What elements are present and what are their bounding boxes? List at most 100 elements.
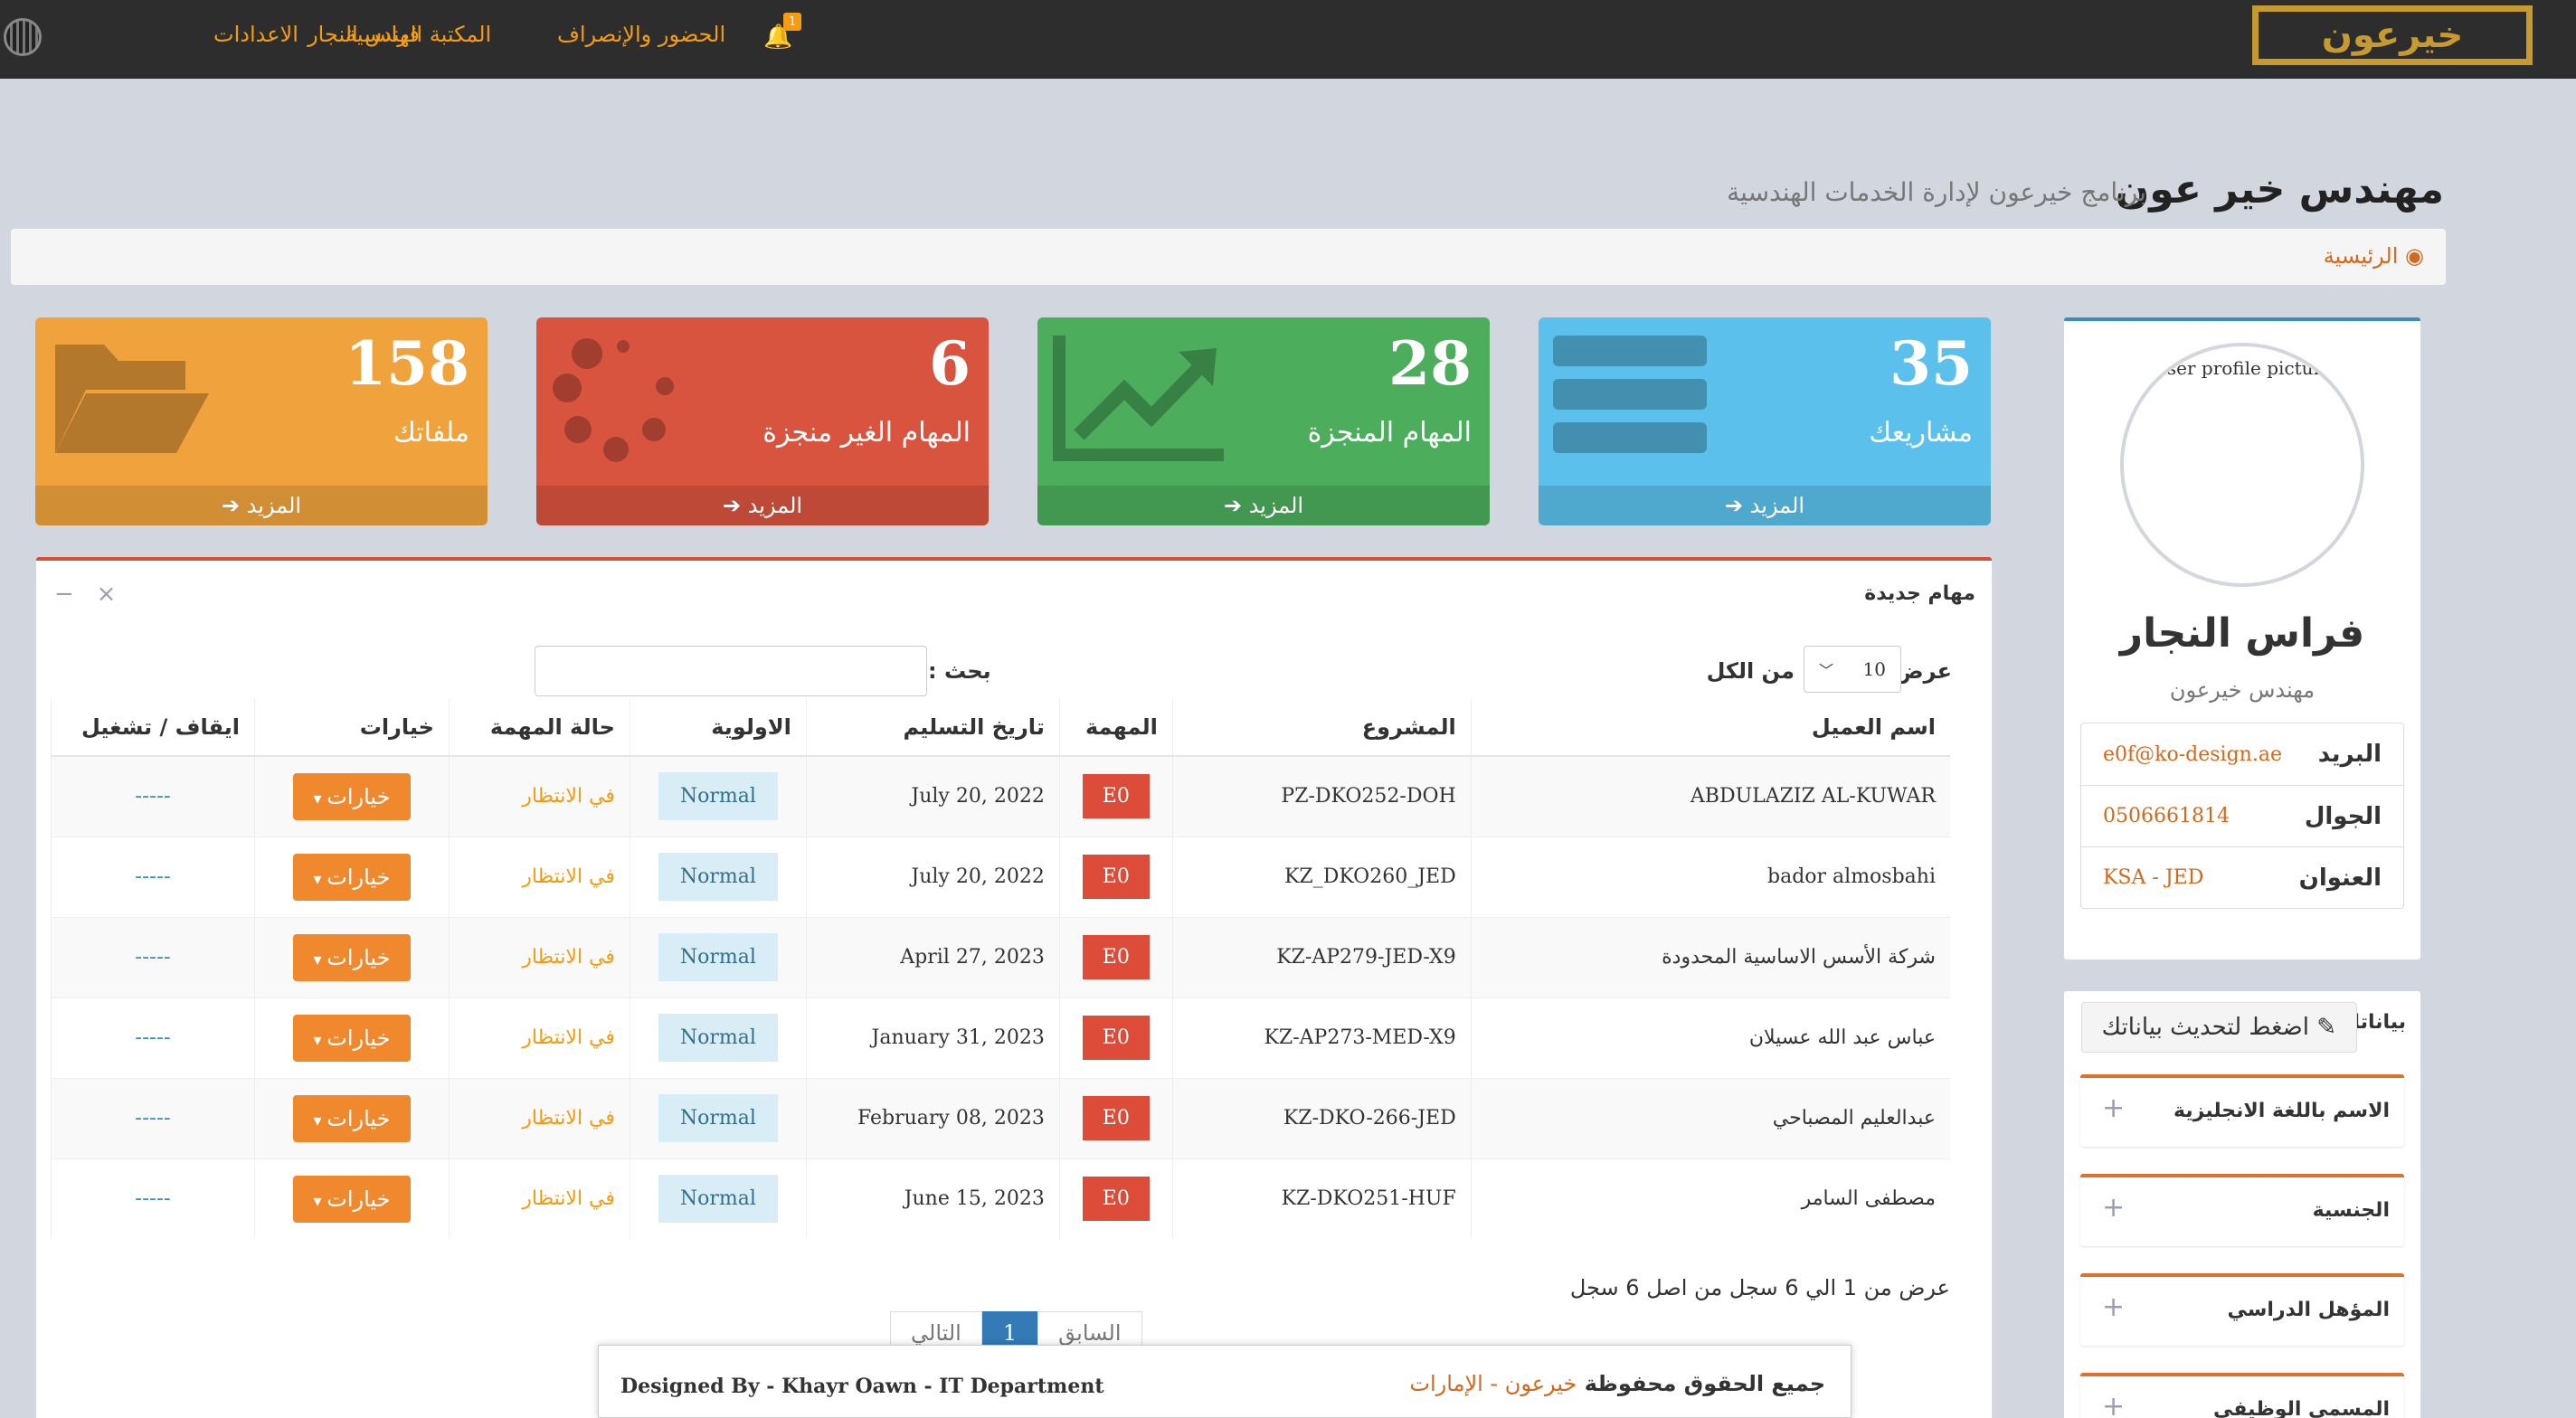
task-badge: E0 (1082, 1096, 1150, 1140)
col-status[interactable]: حالة المهمة (448, 698, 630, 757)
update-data-button[interactable]: ✎ اضغط لتحديث بياناتك (2080, 1002, 2357, 1053)
options-button[interactable]: خيارات ▾ (293, 853, 411, 901)
list-icon (1553, 336, 1707, 453)
stat-value: 6 (929, 328, 971, 399)
cell-client: عباس عبد الله عسيلان (1748, 1026, 1936, 1049)
options-button[interactable]: خيارات ▾ (293, 772, 411, 820)
edit-icon: ✎ (2316, 1014, 2336, 1041)
toggle-link[interactable]: ----- (135, 865, 171, 888)
status-label: في الانتظار (522, 865, 615, 888)
profile-address[interactable]: KSA - JED (2103, 866, 2203, 889)
status-label: في الانتظار (522, 1107, 615, 1130)
col-toggle[interactable]: ايقاف / تشغيل (50, 698, 255, 757)
stat-projects: 35 مشاريعك المزيد ➔ (1539, 317, 1991, 525)
section-job-title[interactable]: المسمى الوظيفي + (2080, 1373, 2404, 1418)
status-label: في الانتظار (522, 1026, 615, 1049)
breadcrumb-home[interactable]: ◉ الرئيسية (2324, 243, 2424, 269)
cell-due-date: July 20, 2022 (911, 865, 1045, 888)
plus-icon[interactable]: + (2102, 1391, 2125, 1418)
cell-client: bador almosbahi (1767, 865, 1936, 888)
cell-project: KZ_DKO260_JED (1283, 865, 1456, 888)
cell-due-date: January 31, 2023 (871, 1026, 1045, 1049)
close-icon[interactable]: × (97, 581, 117, 608)
caret-down-icon: ▾ (313, 869, 327, 889)
cell-due-date: July 20, 2022 (911, 785, 1045, 808)
task-badge: E0 (1082, 1016, 1150, 1060)
toggle-link[interactable]: ----- (135, 785, 171, 808)
cell-client: عبدالعليم المصباحي (1772, 1107, 1936, 1130)
plus-icon[interactable]: + (2102, 1092, 2125, 1124)
options-button[interactable]: خيارات ▾ (293, 933, 411, 981)
col-due-date[interactable]: تاريخ التسليم (805, 698, 1060, 757)
plus-icon[interactable]: + (2102, 1291, 2125, 1323)
box-tools: × − (54, 581, 116, 608)
profile-email[interactable]: e0f@ko-design.ae (2103, 743, 2282, 766)
arrow-circle-icon: ➔ (1223, 493, 1243, 518)
stat-label: ملفاتك (393, 417, 469, 449)
page-subtitle: برنامج خيرعون لإدارة الخدمات الهندسية (1727, 177, 2146, 207)
task-badge: E0 (1082, 855, 1150, 899)
nav-engineering-library[interactable]: المكتبة الهندسية (346, 22, 491, 47)
cell-due-date: February 08, 2023 (857, 1107, 1045, 1130)
col-task[interactable]: المهمة (1058, 698, 1173, 757)
options-button[interactable]: خيارات ▾ (293, 1175, 411, 1223)
section-qualification[interactable]: المؤهل الدراسي + (2080, 1273, 2404, 1346)
arrow-circle-icon: ➔ (722, 493, 742, 518)
footer-brand-link[interactable]: خيرعون - الإمارات (1409, 1371, 1577, 1396)
profile-phone[interactable]: 0506661814 (2103, 805, 2230, 827)
col-priority[interactable]: الاولوية (629, 698, 807, 757)
col-project[interactable]: المشروع (1171, 698, 1472, 757)
collapse-icon[interactable]: − (54, 581, 74, 608)
notification-count: 1 (783, 13, 801, 31)
page-title: مهندس خير عون (2115, 166, 2444, 213)
toggle-link[interactable]: ----- (135, 946, 171, 969)
logo[interactable]: خيرعون (2252, 5, 2533, 65)
options-button[interactable]: خيارات ▾ (293, 1094, 411, 1142)
stat-more-link[interactable]: المزيد ➔ (536, 486, 989, 525)
toggle-link[interactable]: ----- (135, 1107, 171, 1130)
nav-menu: فراس النجار الاعدادات المكتبة الهندسية ا… (0, 0, 2196, 79)
table-row: bador almosbahi KZ_DKO260_JED E0 July 20, 2… (50, 836, 1950, 917)
cell-project: KZ-AP273-MED-X9 (1264, 1026, 1456, 1049)
stat-label: المهام الغير منجزة (762, 417, 971, 449)
footer-credit: Designed By - Khayr Oawn - IT Department (620, 1375, 1104, 1398)
line-chart-icon (1053, 336, 1224, 461)
breadcrumb: ◉ الرئيسية (11, 229, 2446, 285)
status-label: في الانتظار (522, 946, 615, 969)
options-button[interactable]: خيارات ▾ (293, 1014, 411, 1062)
col-options[interactable]: خيارات (254, 698, 450, 757)
chevron-down-icon: ﹀ (1819, 662, 1834, 679)
section-nationality[interactable]: الجنسية + (2080, 1174, 2404, 1246)
arrow-circle-icon: ➔ (221, 493, 241, 518)
toggle-link[interactable]: ----- (135, 1026, 171, 1049)
caret-down-icon: ▾ (313, 1111, 327, 1130)
page-size-select[interactable]: 10 ﹀ (1804, 646, 1901, 693)
cell-due-date: April 27, 2023 (900, 946, 1045, 969)
col-client[interactable]: اسم العميل (1470, 698, 1950, 757)
priority-label: Normal (658, 772, 778, 821)
cell-due-date: June 15, 2023 (904, 1187, 1045, 1211)
dashboard-icon: ◉ (2405, 243, 2424, 269)
table-row: شركة الأسس الاساسية المحدودة KZ-AP279-JED… (50, 916, 1950, 997)
table-row: عبدالعليم المصباحي KZ-DKO-266-JED E0 Februa… (50, 1077, 1950, 1158)
profile-email-row: البريد e0f@ko-design.ae (2103, 741, 2382, 768)
stat-more-link[interactable]: المزيد ➔ (1037, 486, 1490, 525)
search-input[interactable] (535, 646, 927, 696)
plus-icon[interactable]: + (2102, 1192, 2125, 1224)
stat-pending-tasks: 6 المهام الغير منجزة المزيد ➔ (536, 317, 989, 525)
profile-name: فراس النجار (2119, 610, 2365, 657)
search-label: بحث : (928, 658, 991, 684)
section-english-name[interactable]: الاسم باللغة الانجليزية + (2080, 1074, 2404, 1147)
nav-attendance[interactable]: الحضور والإنصراف (557, 22, 725, 47)
table-header-row: اسم العميل المشروع المهمة تاريخ التسليم … (50, 698, 1950, 757)
stat-value: 35 (1889, 328, 1973, 399)
stat-more-link[interactable]: المزيد ➔ (35, 486, 488, 525)
toggle-link[interactable]: ----- (135, 1187, 171, 1210)
footer-rights: جميع الحقوق محفوظة خيرعون - الإمارات (1409, 1371, 1825, 1396)
priority-label: Normal (658, 933, 778, 981)
user-avatar-icon[interactable] (4, 18, 42, 56)
folder-open-icon (55, 345, 209, 453)
nav-settings[interactable]: الاعدادات (213, 22, 298, 47)
task-badge: E0 (1082, 935, 1150, 979)
stat-more-link[interactable]: المزيد ➔ (1539, 486, 1991, 525)
